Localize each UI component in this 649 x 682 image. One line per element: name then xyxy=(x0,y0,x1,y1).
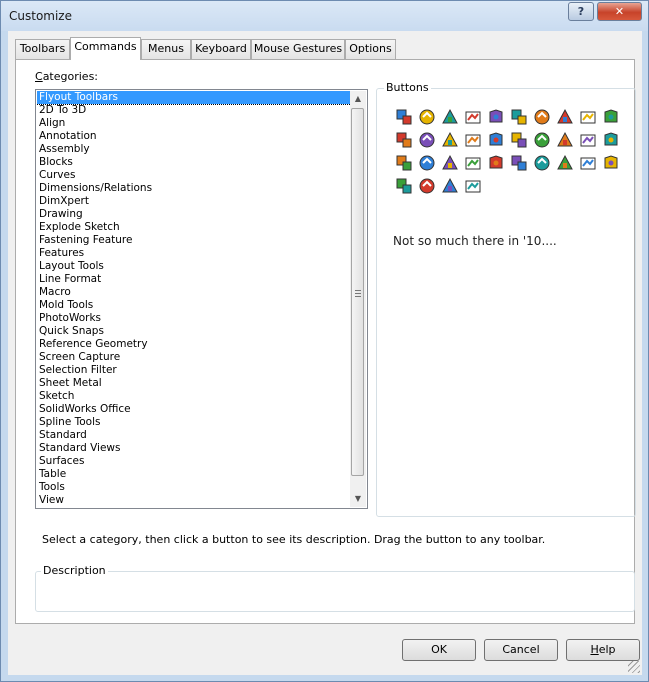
spline-icon[interactable] xyxy=(464,154,482,172)
list-item[interactable]: Assembly xyxy=(37,143,351,156)
categories-label: Categories: xyxy=(35,70,99,83)
categories-list[interactable]: Flyout Toolbars 2D To 3D Align Annotation As… xyxy=(37,91,351,507)
scroll-thumb[interactable] xyxy=(351,108,364,476)
close-button[interactable]: ✕ xyxy=(597,2,642,21)
customize-dialog: Customize ? ✕ Toolbars Commands Menus Ke… xyxy=(0,0,649,682)
tab-menus[interactable]: Menus xyxy=(141,39,191,59)
standard-views-icon[interactable] xyxy=(510,154,528,172)
list-item[interactable]: Annotation xyxy=(37,130,351,143)
list-item[interactable]: Mold Tools xyxy=(37,299,351,312)
categories-scrollbar[interactable]: ▲ ▼ xyxy=(350,91,366,507)
tools-icon[interactable] xyxy=(579,154,597,172)
list-item[interactable]: Standard Views xyxy=(37,442,351,455)
window-title: Customize xyxy=(9,9,72,23)
list-item[interactable]: Reference Geometry xyxy=(37,338,351,351)
assembly-cube-icon[interactable] xyxy=(487,108,505,126)
list-item[interactable]: Macro xyxy=(37,286,351,299)
buttons-note-text: Not so much there in '10.... xyxy=(393,234,557,248)
table-icon[interactable] xyxy=(556,154,574,172)
line-format-icon[interactable] xyxy=(464,131,482,149)
crosshair-icon[interactable] xyxy=(556,108,574,126)
bold-italic-icon[interactable] xyxy=(418,131,436,149)
list-item[interactable]: Standard xyxy=(37,429,351,442)
list-item[interactable]: Dimensions/Relations xyxy=(37,182,351,195)
grip-icon xyxy=(355,290,361,297)
screen-capture-icon[interactable] xyxy=(579,131,597,149)
tab-toolbars[interactable]: Toolbars xyxy=(15,39,70,59)
list-item[interactable]: Quick Snaps xyxy=(37,325,351,338)
list-item[interactable]: Selection Filter xyxy=(37,364,351,377)
surface-patch-icon[interactable] xyxy=(533,154,551,172)
scroll-down-icon[interactable]: ▼ xyxy=(350,491,366,507)
surface-icon[interactable] xyxy=(441,131,459,149)
scroll-up-icon[interactable]: ▲ xyxy=(350,91,366,107)
sparkle-icon[interactable] xyxy=(556,131,574,149)
dimxpert-icon[interactable] xyxy=(418,177,436,195)
list-item[interactable]: Line Format xyxy=(37,273,351,286)
list-item[interactable]: Sheet Metal xyxy=(37,377,351,390)
target-icon[interactable] xyxy=(533,131,551,149)
tab-options[interactable]: Options xyxy=(345,39,396,59)
globe-arrow-icon[interactable] xyxy=(395,131,413,149)
cancel-button[interactable]: Cancel xyxy=(484,639,558,661)
list-item[interactable]: Explode Sketch xyxy=(37,221,351,234)
dialog-client-area: Toolbars Commands Menus Keyboard Mouse G… xyxy=(8,31,642,675)
macro-run-icon[interactable] xyxy=(487,131,505,149)
list-item[interactable]: 2D To 3D xyxy=(37,104,351,117)
instruction-text: Select a category, then click a button t… xyxy=(42,533,546,546)
buttons-legend: Buttons xyxy=(384,81,431,94)
list-item[interactable]: Spline Tools xyxy=(37,416,351,429)
help-button[interactable]: Help xyxy=(566,639,640,661)
list-item[interactable]: Tools xyxy=(37,481,351,494)
list-item[interactable]: DimXpert xyxy=(37,195,351,208)
tab-commands[interactable]: Commands xyxy=(70,37,141,60)
ok-button[interactable]: OK xyxy=(402,639,476,661)
mold-box-icon[interactable] xyxy=(510,131,528,149)
list-item[interactable]: Drawing xyxy=(37,208,351,221)
flyout-annotation-icon[interactable] xyxy=(418,108,436,126)
categories-listbox[interactable]: Flyout Toolbars 2D To 3D Align Annotation As… xyxy=(35,89,368,509)
list-item[interactable]: Curves xyxy=(37,169,351,182)
list-item[interactable]: Flyout Toolbars xyxy=(37,91,351,105)
sheet-metal-icon[interactable] xyxy=(395,154,413,172)
list-item[interactable]: View xyxy=(37,494,351,507)
stairs-icon[interactable] xyxy=(602,108,620,126)
list-item[interactable]: Fastening Feature xyxy=(37,234,351,247)
text-a-icon[interactable] xyxy=(441,108,459,126)
tab-mouse-gestures[interactable]: Mouse Gestures xyxy=(251,39,345,59)
grid-layout-icon[interactable] xyxy=(579,108,597,126)
list-item[interactable]: Table xyxy=(37,468,351,481)
description-groupbox xyxy=(35,571,635,612)
list-item[interactable]: Align xyxy=(37,117,351,130)
resize-grip-icon[interactable] xyxy=(628,661,640,673)
save-icon[interactable] xyxy=(487,154,505,172)
solidworks-office-icon[interactable] xyxy=(441,154,459,172)
list-item[interactable]: SolidWorks Office xyxy=(37,403,351,416)
photoworks-icon[interactable] xyxy=(441,177,459,195)
list-item[interactable]: Surfaces xyxy=(37,455,351,468)
globe-icon[interactable] xyxy=(395,177,413,195)
help-title-button[interactable]: ? xyxy=(568,2,594,21)
commands-tab-panel: Categories: Flyout Toolbars 2D To 3D Align… xyxy=(15,59,636,624)
spline-curve-icon[interactable] xyxy=(510,108,528,126)
filter-icon[interactable] xyxy=(602,131,620,149)
list-item[interactable]: Blocks xyxy=(37,156,351,169)
description-legend: Description xyxy=(41,564,108,577)
sketch-pencil-icon[interactable] xyxy=(418,154,436,172)
sketch-entity-icon[interactable] xyxy=(533,108,551,126)
buttons-groupbox xyxy=(376,88,636,517)
title-bar[interactable]: Customize ? ✕ xyxy=(1,1,648,31)
list-item[interactable]: Features xyxy=(37,247,351,260)
note-box-icon[interactable] xyxy=(464,108,482,126)
list-item[interactable]: Layout Tools xyxy=(37,260,351,273)
tab-keyboard[interactable]: Keyboard xyxy=(191,39,251,59)
reference-geometry-icon[interactable] xyxy=(464,177,482,195)
list-item[interactable]: PhotoWorks xyxy=(37,312,351,325)
view-icon[interactable] xyxy=(602,154,620,172)
list-item[interactable]: Screen Capture xyxy=(37,351,351,364)
list-item[interactable]: Sketch xyxy=(37,390,351,403)
flyout-align-icon[interactable] xyxy=(395,108,413,126)
